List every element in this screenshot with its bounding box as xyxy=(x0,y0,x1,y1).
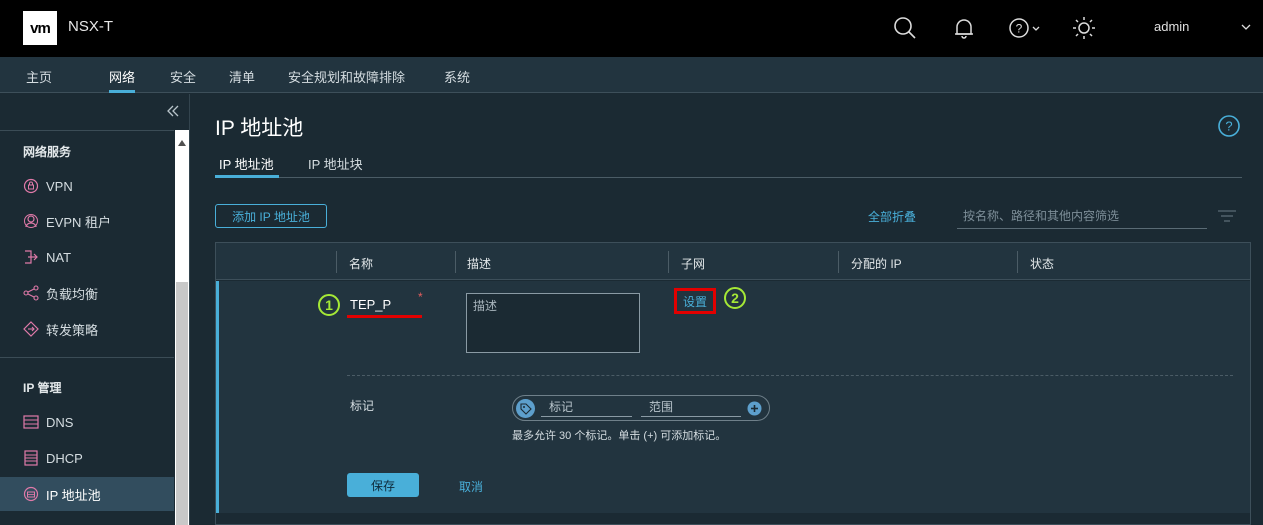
sidebar-item-dhcp[interactable]: DHCP xyxy=(0,441,174,475)
column-allocated-ips[interactable]: 分配的 IP xyxy=(851,255,902,272)
sidebar-item-label: DNS xyxy=(46,414,74,430)
column-separator xyxy=(1017,251,1018,273)
sidebar-item-nat[interactable]: NAT xyxy=(0,240,174,274)
svg-text:?: ? xyxy=(1225,119,1232,134)
sidebar-item-label: NAT xyxy=(46,249,72,265)
cancel-button[interactable]: 取消 xyxy=(459,478,483,495)
tag-widget xyxy=(512,395,770,421)
nat-icon xyxy=(23,249,39,265)
sidebar-item-label: VPN xyxy=(46,178,73,194)
forwarding-policy-icon xyxy=(23,321,39,337)
sidebar-divider xyxy=(0,130,174,131)
tag-hint: 最多允许 30 个标记。单击 (+) 可添加标记。 xyxy=(512,430,727,442)
nav-inventory[interactable]: 清单 xyxy=(229,67,255,93)
collapse-sidebar-icon[interactable] xyxy=(166,104,180,118)
load-balancer-icon xyxy=(23,285,39,301)
name-input[interactable] xyxy=(350,294,420,314)
column-description[interactable]: 描述 xyxy=(467,255,491,272)
tag-input[interactable] xyxy=(541,398,632,417)
tab-bar: IP 地址池 IP 地址块 xyxy=(215,154,1242,178)
sidebar-item-load-balancing[interactable]: 负载均衡 xyxy=(0,276,174,310)
vmware-logo: vm xyxy=(23,11,57,45)
theme-icon[interactable] xyxy=(1071,15,1097,41)
column-name[interactable]: 名称 xyxy=(349,255,373,272)
ip-pool-grid: 名称 描述 子网 分配的 IP 状态 1 * 设置 2 标记 xyxy=(215,242,1251,525)
search-icon[interactable] xyxy=(892,15,918,41)
sidebar-item-label: 转发策略 xyxy=(46,322,99,338)
section-network-services: 网络服务 xyxy=(23,145,72,159)
row-divider xyxy=(347,375,1233,376)
sidebar-item-label: DHCP xyxy=(46,450,83,466)
column-separator xyxy=(455,251,456,273)
sidebar-divider xyxy=(0,357,174,358)
scroll-up-icon[interactable] xyxy=(178,134,186,146)
column-separator xyxy=(838,251,839,273)
tab-ip-address-pools[interactable]: IP 地址池 xyxy=(215,154,279,178)
sidebar-scroll-thumb[interactable] xyxy=(176,282,188,525)
svg-text:?: ? xyxy=(1016,22,1023,36)
save-button[interactable]: 保存 xyxy=(347,473,419,497)
sidebar-item-evpn-tenant[interactable]: EVPN 租户 xyxy=(0,204,174,238)
filter-icon[interactable] xyxy=(1217,208,1237,224)
nav-system[interactable]: 系统 xyxy=(444,67,470,93)
grid-header: 名称 描述 子网 分配的 IP 状态 xyxy=(216,243,1250,280)
main-nav: 主页 网络 安全 清单 安全规划和故障排除 系统 xyxy=(0,57,1263,93)
sidebar-item-label: 负载均衡 xyxy=(46,286,99,302)
nav-networking[interactable]: 网络 xyxy=(109,67,136,93)
column-status[interactable]: 状态 xyxy=(1030,255,1054,272)
column-separator xyxy=(668,251,669,273)
dns-icon xyxy=(23,414,39,430)
sidebar-item-vpn[interactable]: VPN xyxy=(0,169,174,203)
required-mark: * xyxy=(418,290,423,304)
add-ip-pool-button[interactable]: 添加 IP 地址池 xyxy=(215,204,327,228)
section-ip-management: IP 管理 xyxy=(23,381,62,395)
description-input[interactable] xyxy=(466,293,640,353)
evpn-icon xyxy=(23,213,39,229)
step-2-marker: 2 xyxy=(724,287,746,309)
collapse-all-link[interactable]: 全部折叠 xyxy=(868,208,916,225)
help-menu-icon[interactable]: ? xyxy=(1007,15,1043,41)
scope-input[interactable] xyxy=(641,398,741,417)
nav-home[interactable]: 主页 xyxy=(26,67,52,93)
help-icon[interactable]: ? xyxy=(1217,114,1241,138)
top-header: vm NSX-T ? admin xyxy=(0,0,1263,57)
tag-icon xyxy=(516,399,535,418)
tab-ip-address-blocks[interactable]: IP 地址块 xyxy=(308,154,363,178)
user-menu[interactable]: admin xyxy=(1154,19,1189,34)
main-content: IP 地址池 ? IP 地址池 IP 地址块 添加 IP 地址池 全部折叠 名称… xyxy=(191,94,1263,525)
sidebar-item-ip-address-pools[interactable]: IP 地址池 xyxy=(0,477,174,511)
sidebar-item-label: EVPN 租户 xyxy=(46,214,112,230)
nav-planning-troubleshooting[interactable]: 安全规划和故障排除 xyxy=(288,67,405,93)
highlight-underline xyxy=(347,315,422,318)
chevron-down-icon[interactable] xyxy=(1240,21,1252,33)
vpn-icon xyxy=(23,178,39,194)
tags-label: 标记 xyxy=(350,399,375,413)
column-subnets[interactable]: 子网 xyxy=(681,255,705,272)
sidebar-item-forwarding-policy[interactable]: 转发策略 xyxy=(0,312,174,346)
column-separator xyxy=(336,251,337,273)
edit-row: 1 * 设置 2 标记 最多允许 30 个标记。单击 (+) 可添加标记。 保存 xyxy=(216,281,1250,513)
bell-icon[interactable] xyxy=(951,15,977,41)
page-title: IP 地址池 xyxy=(215,117,304,140)
sidebar-item-dns[interactable]: DNS xyxy=(0,405,174,439)
filter-input[interactable] xyxy=(957,204,1207,229)
dhcp-icon xyxy=(23,450,39,466)
set-subnets-link[interactable]: 设置 xyxy=(674,288,716,314)
product-name: NSX-T xyxy=(68,18,113,35)
add-tag-icon[interactable] xyxy=(747,401,762,416)
nav-security[interactable]: 安全 xyxy=(170,67,196,93)
sidebar: 网络服务 VPN EVPN 租户 NAT 负载均衡 转发策略 IP 管理 DNS… xyxy=(0,94,190,525)
sidebar-item-label: IP 地址池 xyxy=(46,487,101,503)
step-1-marker: 1 xyxy=(318,294,340,316)
ip-pool-icon xyxy=(23,486,39,502)
